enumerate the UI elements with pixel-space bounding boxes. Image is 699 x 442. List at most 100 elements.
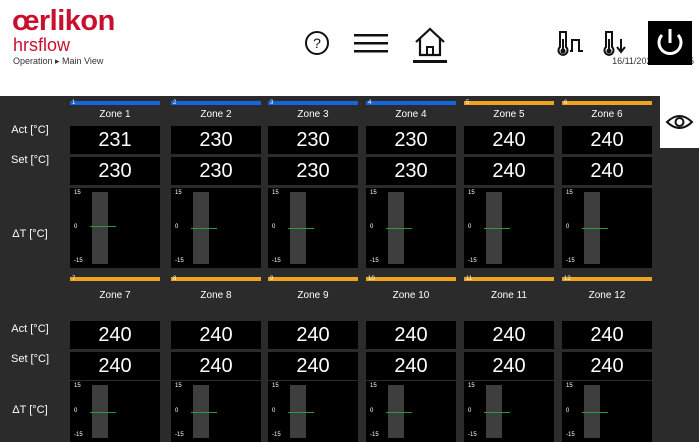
set-temp-value[interactable]: 240: [464, 157, 554, 185]
gauge-tick-label: 0: [370, 224, 374, 230]
zone-name[interactable]: Zone 3: [268, 105, 358, 125]
gauge-tick-label: 15: [566, 190, 573, 196]
zone-name[interactable]: Zone 8: [171, 286, 261, 306]
actual-temp-value[interactable]: 240: [171, 321, 261, 349]
delta-temp-gauge: 15 0 -15: [562, 381, 652, 442]
gauge-tick-label: 0: [74, 224, 78, 230]
delta-marker: [386, 411, 412, 413]
zone-color-bar: [70, 277, 160, 281]
zone-name[interactable]: Zone 7: [70, 286, 160, 306]
breadcrumb[interactable]: Operation ▸ Main View: [13, 56, 103, 67]
delta-temp-gauge: 15 0 -15: [268, 381, 358, 442]
visibility-toggle-button[interactable]: [660, 96, 699, 148]
set-temp-value[interactable]: 230: [268, 157, 358, 185]
gauge-tick-label: 15: [175, 190, 182, 196]
zone-number: 11: [466, 276, 473, 282]
gauge-tick-label: 15: [468, 190, 475, 196]
actual-temp-value[interactable]: 240: [562, 321, 652, 349]
actual-temp-value[interactable]: 240: [464, 126, 554, 154]
actual-temp-value[interactable]: 230: [171, 126, 261, 154]
hrsflow-logo: hrsflow: [13, 35, 71, 55]
gauge-tick-label: -15: [175, 432, 184, 438]
delta-marker: [191, 228, 217, 229]
set-temp-label: Set [°C]: [10, 353, 50, 365]
actual-temp-value[interactable]: 240: [366, 321, 456, 349]
set-temp-value[interactable]: 240: [562, 157, 652, 185]
home-icon[interactable]: [411, 24, 449, 64]
set-temp-value[interactable]: 240: [562, 352, 652, 380]
zones-panel: Act [°C] Set [°C] ΔT [°C] Act [°C] Set […: [0, 96, 660, 442]
zone-number: 7: [72, 276, 76, 282]
set-temp-value[interactable]: 240: [171, 352, 261, 380]
set-temp-value[interactable]: 230: [70, 157, 160, 185]
zone-name[interactable]: Zone 4: [366, 105, 456, 125]
zone-name[interactable]: Zone 5: [464, 105, 554, 125]
set-temp-value[interactable]: 230: [366, 157, 456, 185]
zone-name[interactable]: Zone 10: [366, 286, 456, 306]
gauge-tick-label: 15: [370, 190, 377, 196]
delta-temp-gauge: 15 0 -15: [70, 381, 160, 442]
gauge-tick-label: -15: [175, 258, 184, 264]
delta-temp-gauge: 15 0 -15: [171, 381, 261, 442]
delta-temp-gauge: 15 0 -15: [70, 188, 160, 268]
gauge-tick-label: -15: [566, 258, 575, 264]
actual-temp-value[interactable]: 230: [268, 126, 358, 154]
zone-name[interactable]: Zone 12: [562, 286, 652, 306]
delta-temp-gauge: 15 0 -15: [171, 188, 261, 268]
thermometer-down-icon[interactable]: [601, 29, 629, 59]
actual-temp-value[interactable]: 230: [366, 126, 456, 154]
zone-name[interactable]: Zone 11: [464, 286, 554, 306]
svg-text:?: ?: [313, 35, 321, 51]
zone-name[interactable]: Zone 6: [562, 105, 652, 125]
zone-number: 8: [173, 276, 177, 282]
gauge-tick-label: 0: [566, 224, 570, 230]
set-temp-value[interactable]: 240: [70, 352, 160, 380]
actual-temp-value[interactable]: 231: [70, 126, 160, 154]
gauge-tick-label: 0: [175, 407, 179, 414]
set-temp-value[interactable]: 240: [464, 352, 554, 380]
zone-color-bar: [464, 277, 554, 281]
gauge-tick-label: -15: [74, 432, 83, 438]
gauge-track: [92, 192, 108, 264]
actual-temp-value[interactable]: 240: [562, 126, 652, 154]
delta-marker: [484, 411, 510, 413]
zone-color-bar: [268, 277, 358, 281]
actual-temp-value[interactable]: 240: [464, 321, 554, 349]
gauge-tick-label: 15: [370, 383, 377, 389]
delta-marker: [484, 228, 510, 229]
gauge-tick-label: 15: [468, 383, 475, 389]
actual-temp-label: Act [°C]: [11, 124, 49, 136]
delta-temp-gauge: 15 0 -15: [366, 188, 456, 268]
actual-temp-value[interactable]: 240: [70, 321, 160, 349]
gauge-tick-label: -15: [370, 432, 379, 438]
gauge-tick-label: 0: [175, 224, 179, 230]
gauge-tick-label: -15: [468, 258, 477, 264]
gauge-tick-label: 15: [272, 383, 279, 389]
power-icon[interactable]: [648, 21, 692, 65]
delta-marker: [582, 411, 608, 413]
set-temp-value[interactable]: 230: [171, 157, 261, 185]
help-icon[interactable]: ?: [304, 30, 330, 56]
gauge-tick-label: 0: [272, 224, 276, 230]
delta-temp-gauge: 15 0 -15: [366, 381, 456, 442]
set-temp-value[interactable]: 240: [366, 352, 456, 380]
gauge-tick-label: -15: [468, 432, 477, 438]
delta-marker: [386, 228, 412, 229]
menu-icon[interactable]: [354, 32, 388, 54]
zone-name[interactable]: Zone 9: [268, 286, 358, 306]
thermometer-wave-icon[interactable]: [555, 29, 585, 59]
gauge-tick-label: 15: [74, 383, 81, 389]
gauge-tick-label: -15: [272, 432, 281, 438]
delta-temp-label: ΔT [°C]: [12, 228, 48, 240]
zone-name[interactable]: Zone 2: [171, 105, 261, 125]
gauge-tick-label: -15: [272, 258, 281, 264]
set-temp-value[interactable]: 240: [268, 352, 358, 380]
gauge-tick-label: 0: [468, 224, 472, 230]
actual-temp-value[interactable]: 240: [268, 321, 358, 349]
gauge-tick-label: 15: [272, 190, 279, 196]
zone-name[interactable]: Zone 1: [70, 105, 160, 125]
gauge-tick-label: 15: [74, 190, 81, 196]
gauge-tick-label: -15: [566, 432, 575, 438]
header-bar: œrlikon hrsflow Operation ▸ Main View 16…: [0, 0, 699, 96]
delta-temp-gauge: 15 0 -15: [464, 381, 554, 442]
